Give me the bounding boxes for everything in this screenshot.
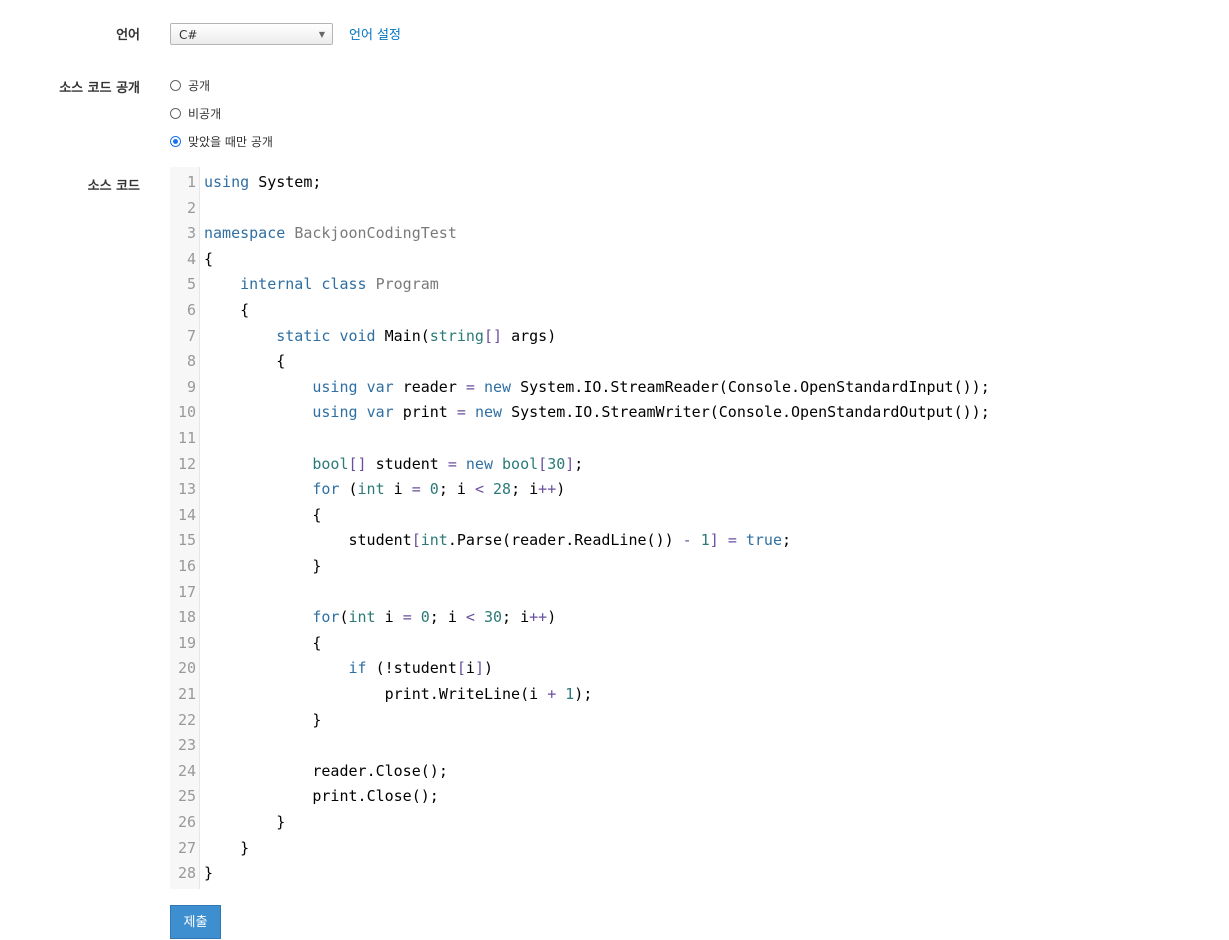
radio-button-checked[interactable]	[170, 135, 181, 147]
submit-form: 언어 C# ▼ 언어 설정 소스 코드 공개 공개 비공개 맞았을 때만 공개 …	[0, 0, 1229, 940]
code-editor[interactable]: 1 using System; 2 3 namespace BackjoonCoding…	[170, 167, 1170, 889]
line-number: 5	[186, 275, 196, 294]
line-number: 15	[177, 531, 196, 550]
code-text: bool[] student = new bool[30];	[312, 454, 584, 473]
code-text: {	[312, 633, 322, 652]
line-number: 25	[177, 787, 196, 806]
line-number: 13	[177, 480, 196, 499]
language-settings-link[interactable]: 언어 설정	[349, 24, 401, 43]
line-number: 9	[186, 377, 196, 396]
line-number: 24	[177, 761, 196, 780]
line-number: 26	[177, 813, 196, 831]
line-number: 28	[177, 864, 196, 883]
line-number: 17	[177, 582, 196, 601]
line-number: 7	[186, 326, 196, 345]
line-number: 19	[177, 633, 196, 652]
code-text: }	[312, 557, 322, 575]
code-text: using var print = new System.IO.StreamWr…	[312, 403, 990, 422]
visibility-option-public[interactable]: 공개	[170, 77, 210, 93]
code-text: {	[276, 352, 286, 371]
code-text: print.Close();	[312, 787, 439, 806]
source-code-label: 소스 코드	[87, 179, 140, 194]
line-number: 27	[177, 838, 196, 857]
line-number: 2	[186, 198, 196, 217]
line-number: 14	[177, 505, 196, 524]
visibility-option-label: 비공개	[188, 106, 222, 121]
code-text: {	[240, 301, 250, 319]
code-text: using System;	[204, 173, 322, 191]
code-text: namespace BackjoonCodingTest	[204, 224, 457, 243]
visibility-option-label: 맞았을 때만 공개	[188, 134, 273, 149]
language-selected-value: C#	[179, 28, 198, 42]
code-text: {	[204, 249, 214, 268]
language-select[interactable]: C# ▼	[170, 23, 333, 45]
line-number: 8	[186, 352, 196, 371]
visibility-option-private[interactable]: 비공개	[170, 105, 221, 121]
code-text: {	[312, 505, 322, 524]
chevron-down-icon: ▼	[318, 30, 325, 39]
code-text: print.WriteLine(i + 1);	[384, 685, 593, 703]
visibility-option-label: 공개	[188, 78, 211, 93]
code-text: for(int i = 0; i < 30; i++)	[312, 608, 557, 627]
line-number: 21	[177, 685, 196, 703]
language-label: 언어	[116, 28, 140, 43]
code-text: }	[312, 710, 322, 729]
line-number: 12	[177, 454, 196, 473]
line-number: 3	[186, 224, 196, 243]
code-text: }	[276, 813, 286, 831]
visibility-option-public-if-accepted[interactable]: 맞았을 때만 공개	[170, 133, 273, 149]
code-text: internal class Program	[240, 275, 439, 294]
radio-button[interactable]	[170, 79, 181, 91]
code-text: static void Main(string[] args)	[276, 326, 557, 345]
radio-button[interactable]	[170, 107, 181, 119]
line-number: 4	[186, 249, 196, 268]
line-number: 23	[177, 736, 196, 755]
code-text: for (int i = 0; i < 28; i++)	[312, 480, 566, 499]
code-text: if (!student[i])	[348, 659, 494, 678]
line-number: 20	[177, 659, 196, 678]
code-text: }	[240, 838, 250, 857]
line-number: 6	[186, 301, 196, 319]
code-text: using var reader = new System.IO.StreamR…	[312, 377, 990, 396]
line-number: 16	[177, 557, 196, 575]
code-text: student[int.Parse(reader.ReadLine()) - 1…	[348, 531, 792, 550]
line-number: 11	[177, 429, 196, 447]
source-visibility-label: 소스 코드 공개	[59, 81, 140, 96]
code-text: reader.Close();	[312, 761, 448, 780]
line-number: 1	[186, 173, 196, 191]
line-number: 18	[177, 608, 196, 627]
code-text: }	[204, 864, 214, 883]
line-number: 10	[177, 403, 196, 422]
submit-button[interactable]: 제출	[170, 905, 221, 939]
line-number: 22	[177, 710, 196, 729]
